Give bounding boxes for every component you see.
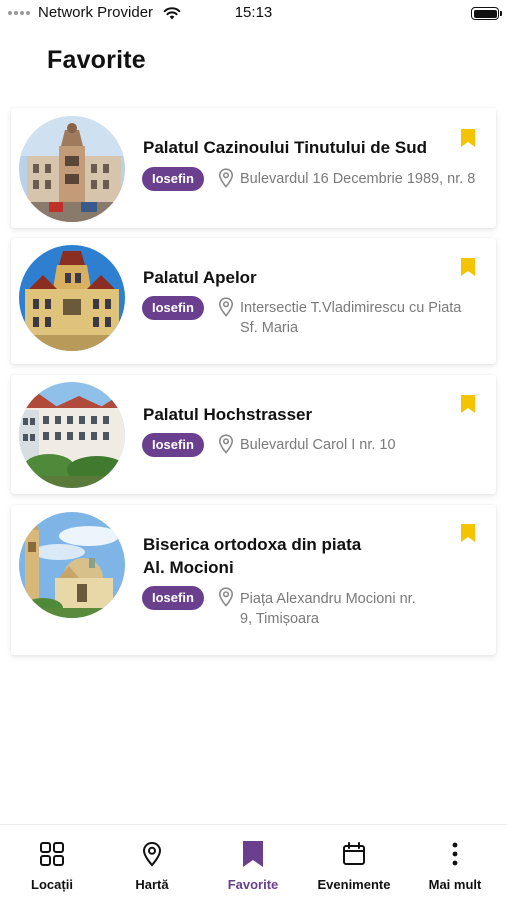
location-title: Palatul Apelor [143,268,257,287]
location-pin-icon [218,434,234,454]
grid-icon [40,842,64,866]
status-time: 15:13 [234,4,273,21]
district-tag: Iosefin [142,167,204,191]
title-line: Al. Mocioni [143,558,234,577]
favorite-card[interactable]: Palatul Apelor Iosefin Intersectie T.Vla… [11,238,496,364]
location-thumbnail [19,512,125,618]
more-vertical-icon [452,842,458,866]
bottom-tab-bar: Locații Hartă Favorite Evenimente Mai mu… [0,824,507,900]
page-title: Favorite [47,46,146,74]
location-pin-icon [218,587,234,607]
battery-icon [471,7,502,20]
favorite-card[interactable]: Biserica ortodoxa din piata Al. Mocioni … [11,505,496,655]
address-line: Piața Alexandru Mocioni nr. [240,591,416,607]
tab-label: Hartă [135,877,169,892]
location-address: Intersectie T.Vladimirescu cu Piata Sf. … [240,298,461,338]
tab-label: Mai mult [428,877,482,892]
location-thumbnail [19,382,125,488]
district-tag: Iosefin [142,586,204,610]
location-title: Palatul Cazinoului Tinutului de Sud [143,138,427,157]
tab-label: Locații [31,877,73,892]
location-thumbnail [19,116,125,222]
status-bar: Network Provider 15:13 [0,0,507,28]
location-thumbnail [19,245,125,351]
tab-favorite[interactable]: Favorite [203,825,303,900]
tab-label: Favorite [227,877,279,892]
bookmark-icon[interactable] [460,394,476,414]
tab-locatii[interactable]: Locații [2,825,102,900]
location-address: Bulevardul Carol I nr. 10 [240,437,396,453]
favorite-card[interactable]: Palatul Hochstrasser Iosefin Bulevardul … [11,375,496,494]
district-tag: Iosefin [142,296,204,320]
location-address: Piața Alexandru Mocioni nr. 9, Timișoara [240,589,416,629]
tab-harta[interactable]: Hartă [102,825,202,900]
location-pin-icon [218,168,234,188]
favorite-card[interactable]: Palatul Cazinoului Tinutului de Sud Iose… [11,108,496,228]
bookmark-icon [243,841,263,867]
address-line: Intersectie T.Vladimirescu cu Piata [240,300,462,316]
bookmark-icon[interactable] [460,128,476,148]
calendar-icon [343,842,365,865]
map-pin-icon [142,841,162,867]
bookmark-icon[interactable] [460,523,476,543]
location-address: Bulevardul 16 Decembrie 1989, nr. 8 [240,171,476,187]
location-title: Palatul Hochstrasser [143,405,313,424]
location-title: Biserica ortodoxa din piata Al. Mocioni [143,533,361,579]
bookmark-icon[interactable] [460,257,476,277]
location-pin-icon [218,297,234,317]
tab-evenimente[interactable]: Evenimente [304,825,404,900]
district-tag: Iosefin [142,433,204,457]
tab-mai-mult[interactable]: Mai mult [405,825,505,900]
address-line: Sf. Maria [240,320,299,336]
address-line: 9, Timișoara [240,611,319,627]
title-line: Biserica ortodoxa din piata [143,535,362,554]
tab-label: Evenimente [317,877,391,892]
